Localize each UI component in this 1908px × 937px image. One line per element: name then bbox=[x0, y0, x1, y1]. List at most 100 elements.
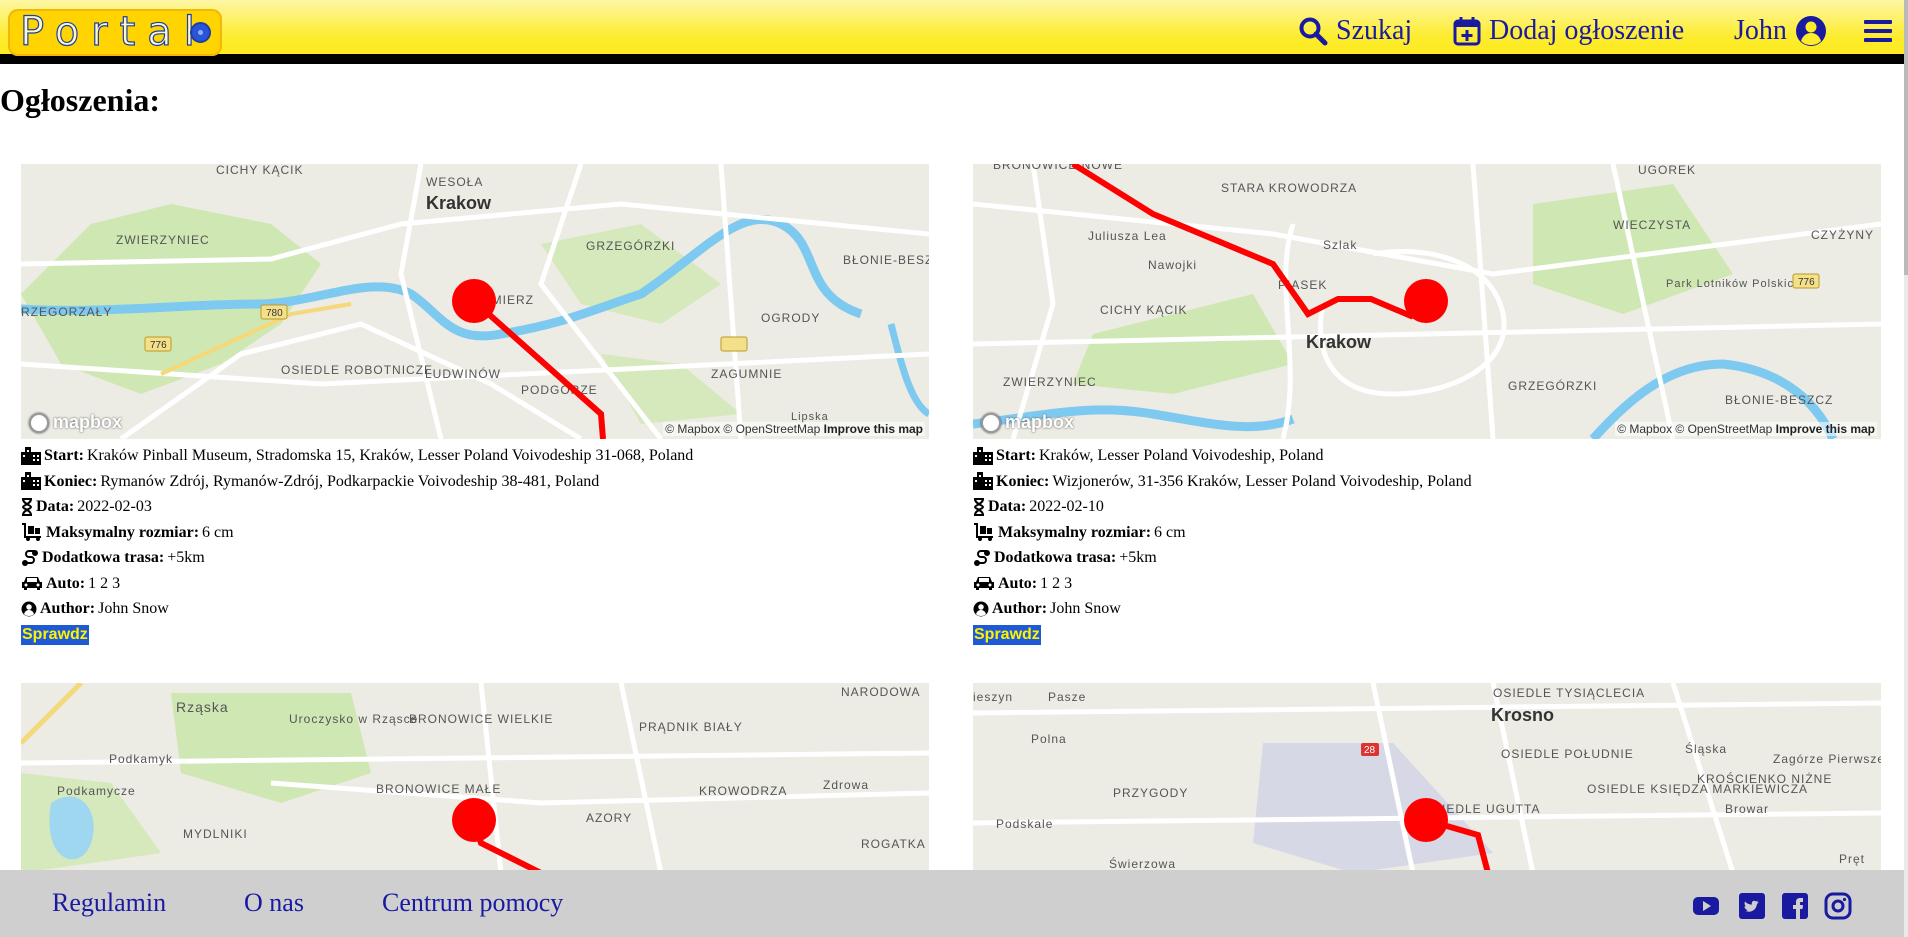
map-label: GRZEGÓRZKI bbox=[1508, 378, 1597, 393]
map-label: PRĄDNIK BIAŁY bbox=[639, 720, 743, 734]
route-map[interactable]: CICHY KĄCIK WESOŁA ZWIERZYNIEC GRZEGÓRZK… bbox=[21, 164, 929, 439]
start-label: Start: bbox=[996, 447, 1036, 464]
listing-details: Start: Kraków, Lesser Poland Voivodeship,… bbox=[973, 443, 1881, 647]
extra-route-label: Dodatkowa trasa: bbox=[994, 549, 1117, 566]
map-city-label: Krakow bbox=[426, 193, 492, 213]
map-city-label: Krosno bbox=[1491, 705, 1554, 725]
map-label: Pręt bbox=[1839, 852, 1865, 866]
user-circle-icon bbox=[1795, 16, 1826, 46]
instagram-icon[interactable] bbox=[1824, 892, 1852, 920]
date-label: Data: bbox=[988, 498, 1027, 515]
end-value: Rymanów Zdrój, Rymanów-Zdrój, Podkarpack… bbox=[100, 472, 600, 490]
map-label: WESOŁA bbox=[426, 175, 483, 189]
map-label: SIEDLE UGUTTA bbox=[1433, 802, 1540, 816]
extra-route-label: Dodatkowa trasa: bbox=[42, 549, 165, 566]
map-label: ROGATKA WARSZAWSKA bbox=[861, 837, 929, 851]
map-label: NARODOWA bbox=[841, 685, 921, 699]
footer-link-about[interactable]: O nas bbox=[244, 888, 304, 918]
check-listing-button[interactable]: Sprawdz bbox=[973, 624, 1041, 645]
user-circle-icon bbox=[973, 601, 989, 617]
map-label: Browar bbox=[1725, 802, 1769, 816]
route-icon bbox=[22, 549, 38, 566]
map-label: BRONOWICE WIELKIE bbox=[409, 712, 553, 726]
max-size-value: 6 cm bbox=[202, 523, 234, 541]
logo-text: Portal bbox=[19, 8, 207, 55]
facebook-icon[interactable] bbox=[1781, 892, 1809, 920]
building-icon bbox=[973, 472, 993, 491]
logo[interactable]: Portal bbox=[8, 8, 222, 56]
map-label: Polna bbox=[1031, 732, 1067, 746]
map-label: Zdrowa bbox=[823, 778, 869, 792]
map-label: BRONOWICE MAŁE bbox=[376, 782, 501, 796]
search-icon bbox=[1299, 17, 1328, 46]
listing-card: CICHY KĄCIK WESOŁA ZWIERZYNIEC GRZEGÓRZK… bbox=[21, 164, 929, 647]
start-label: Start: bbox=[44, 447, 84, 464]
map-label: OSIEDLE ROBOTNICZE bbox=[281, 363, 433, 377]
map-label: Rząska bbox=[176, 699, 229, 715]
map-label: Juliusza Lea bbox=[1088, 229, 1167, 243]
map-label: OSIEDLE KSIĘDZA MARKIEWICZA bbox=[1587, 782, 1808, 796]
map-label: Podkamycze bbox=[57, 784, 136, 798]
map-label: Uroczysko w Rząsce bbox=[289, 712, 418, 726]
header: Portal Szukaj Dodaj ogłoszenie John bbox=[0, 0, 1904, 64]
footer: Regulamin O nas Centrum pomocy bbox=[0, 870, 1904, 937]
route-map[interactable]: ieszyn Pasze OSIEDLE TYSIĄCLECIA OSIEDLE… bbox=[973, 683, 1881, 873]
luggage-cart-icon bbox=[974, 523, 993, 542]
twitter-icon[interactable] bbox=[1738, 892, 1766, 920]
date-value: 2022-02-10 bbox=[1029, 498, 1104, 515]
footer-link-help-center[interactable]: Centrum pomocy bbox=[382, 888, 563, 918]
search-nav-button[interactable]: Szukaj bbox=[1298, 11, 1412, 51]
mapbox-logo[interactable]: mapbox bbox=[29, 412, 122, 433]
date-label: Data: bbox=[36, 498, 75, 515]
add-listing-nav-button[interactable]: Dodaj ogłoszenie bbox=[1453, 11, 1684, 51]
listing-card: BRONOWICE NOWE STARA KROWODRZA UGOREK WI… bbox=[973, 164, 1881, 647]
check-listing-button[interactable]: Sprawdz bbox=[21, 624, 89, 645]
car-value: 1 2 3 bbox=[1040, 574, 1073, 592]
route-map[interactable]: BRONOWICE NOWE STARA KROWODRZA UGOREK WI… bbox=[973, 164, 1881, 439]
map-label: MYDLNIKI bbox=[183, 827, 248, 841]
route-icon bbox=[974, 549, 990, 566]
search-nav-label: Szukaj bbox=[1336, 15, 1413, 46]
end-label: Koniec: bbox=[996, 472, 1050, 490]
map-label: OGRODY bbox=[761, 311, 820, 325]
car-label: Auto: bbox=[998, 574, 1038, 592]
hamburger-menu-button[interactable] bbox=[1864, 11, 1892, 51]
map-label: ieszyn bbox=[973, 690, 1013, 704]
page-title: Ogłoszenia: bbox=[0, 82, 160, 118]
logo-dot-icon bbox=[190, 22, 211, 43]
building-icon bbox=[973, 446, 993, 465]
map-label: BŁONIE-BESZCZ bbox=[843, 253, 929, 267]
building-icon bbox=[21, 472, 41, 491]
map-label: BŁONIE-BESZCZ bbox=[1725, 393, 1833, 407]
map-attribution[interactable]: © Mapbox © OpenStreetMap Improve this ma… bbox=[1615, 422, 1877, 436]
map-road-badge: 776 bbox=[1798, 277, 1815, 288]
footer-link-terms[interactable]: Regulamin bbox=[52, 888, 166, 918]
mapbox-logo[interactable]: mapbox bbox=[981, 412, 1074, 433]
hourglass-icon bbox=[973, 497, 985, 516]
youtube-icon[interactable] bbox=[1692, 892, 1720, 920]
car-label: Auto: bbox=[46, 574, 86, 592]
listing-card: Rząska Uroczysko w Rząsce BRONOWICE WIEL… bbox=[21, 683, 929, 873]
map-label: GRZEGÓRZKI bbox=[586, 238, 675, 253]
map-attribution[interactable]: © Mapbox © OpenStreetMap Improve this ma… bbox=[663, 422, 925, 436]
scrollbar-thumb[interactable] bbox=[1904, 0, 1908, 275]
extra-route-value: +5km bbox=[167, 549, 205, 566]
car-icon bbox=[22, 577, 42, 591]
user-menu-button[interactable]: John bbox=[1734, 11, 1827, 51]
add-listing-nav-label: Dodaj ogłoszenie bbox=[1489, 15, 1685, 46]
map-road-badge: 776 bbox=[150, 340, 167, 351]
listing-details: Start: Kraków Pinball Museum, Stradomska … bbox=[21, 443, 929, 647]
map-label: BRONOWICE NOWE bbox=[993, 164, 1123, 172]
page-scrollbar[interactable] bbox=[1904, 0, 1908, 937]
map-label: PRZYGODY bbox=[1113, 786, 1188, 800]
map-label: Śląska bbox=[1685, 741, 1727, 756]
end-label: Koniec: bbox=[44, 472, 98, 490]
map-label: AZORY bbox=[586, 811, 632, 825]
map-city-label: Krakow bbox=[1306, 332, 1372, 352]
user-name: John bbox=[1734, 15, 1787, 46]
hamburger-icon bbox=[1864, 20, 1892, 42]
hourglass-icon bbox=[21, 497, 33, 516]
route-map[interactable]: Rząska Uroczysko w Rząsce BRONOWICE WIEL… bbox=[21, 683, 929, 873]
map-label: Nawojki bbox=[1148, 258, 1197, 272]
map-label: STARA KROWODRZA bbox=[1221, 181, 1357, 195]
